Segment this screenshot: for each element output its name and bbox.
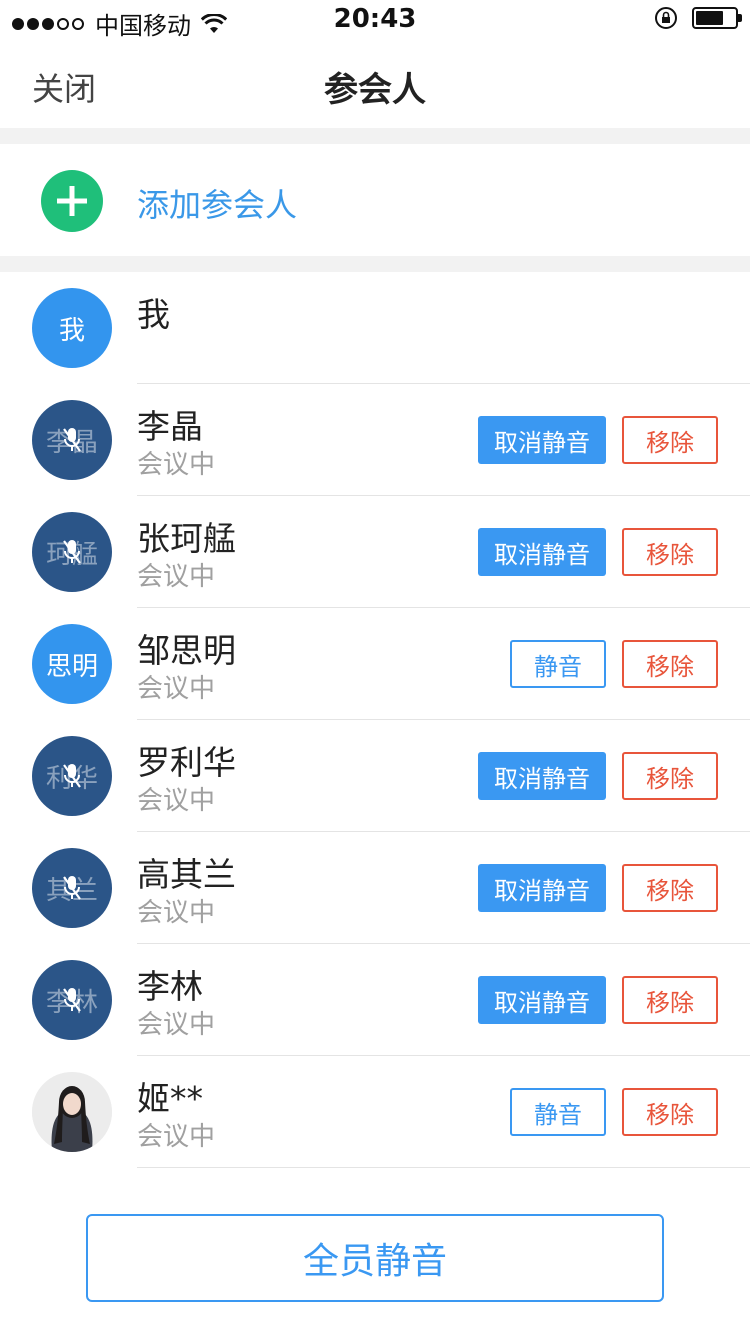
participant-name: 李林 — [137, 967, 203, 1006]
unmute-button[interactable]: 取消静音 — [478, 416, 606, 464]
mute-button[interactable]: 静音 — [510, 1088, 606, 1136]
avatar: 我 — [32, 288, 112, 368]
participant-row: 我我 — [0, 272, 750, 384]
unmute-button[interactable]: 取消静音 — [478, 976, 606, 1024]
participant-status: 会议中 — [137, 898, 216, 928]
avatar: 利华 — [32, 736, 112, 816]
avatar: 思明 — [32, 624, 112, 704]
participant-row: 思明 邹思明会议中 静音 移除 — [0, 608, 750, 720]
participant-status: 会议中 — [137, 1010, 216, 1040]
participant-name: 李晶 — [137, 407, 203, 446]
status-bar: 中国移动 20:43 — [0, 0, 750, 40]
unmute-button[interactable]: 取消静音 — [478, 528, 606, 576]
section-divider — [0, 128, 750, 144]
remove-button[interactable]: 移除 — [622, 528, 718, 576]
plus-circle-icon[interactable] — [41, 170, 103, 232]
participant-name: 姬** — [137, 1079, 203, 1118]
avatar-initials: 思明 — [45, 651, 98, 682]
participant-name: 邹思明 — [137, 631, 236, 670]
add-participant-row[interactable]: 添加参会人 — [0, 144, 750, 256]
participant-status: 会议中 — [137, 1122, 216, 1152]
participant-row: 利华 罗利华会议中 取消静音 移除 — [0, 720, 750, 832]
status-bar-right — [654, 6, 742, 30]
participant-list: 我我李晶 李晶 会议中 取消静音 移除 珂艋 张珂艋 会议中 取消静音 移除 思明 邹思明 会议中 静音移… — [0, 272, 750, 1168]
remove-button[interactable]: 移除 — [622, 864, 718, 912]
avatar: 其兰 — [32, 848, 112, 928]
unmute-button[interactable]: 取消静音 — [478, 864, 606, 912]
avatar: 李晶 — [32, 400, 112, 480]
avatar — [32, 1072, 112, 1152]
add-participant-label[interactable]: 添加参会人 — [137, 180, 297, 226]
remove-button[interactable]: 移除 — [622, 640, 718, 688]
avatar-initials: 我 — [58, 315, 85, 346]
battery-icon — [692, 7, 742, 29]
remove-button[interactable]: 移除 — [622, 1088, 718, 1136]
participant-status: 会议中 — [137, 450, 216, 480]
participant-name: 高其兰 — [137, 855, 236, 894]
battery-level — [696, 11, 723, 25]
row-divider — [137, 1167, 750, 1168]
status-time: 20:43 — [333, 4, 417, 34]
remove-button[interactable]: 移除 — [622, 416, 718, 464]
participant-name: 我 — [137, 295, 170, 334]
remove-button[interactable]: 移除 — [622, 752, 718, 800]
participant-row: 其兰 高其兰会议中 取消静音 移除 — [0, 832, 750, 944]
mute-button[interactable]: 静音 — [510, 640, 606, 688]
participant-row: 李晶 李晶 会议中 取消静音 移除 — [0, 384, 750, 496]
mute-all-button[interactable]: 全员静音 — [86, 1214, 664, 1302]
participant-row: 姬** 会议中 静音 移除 — [0, 1056, 750, 1168]
participant-row: 李林 李林 会议中 取消静音 移除 — [0, 944, 750, 1056]
page-title: 参会人 — [324, 70, 426, 110]
avatar: 珂艋 — [32, 512, 112, 592]
participant-status: 会议中 — [137, 786, 216, 816]
participant-status: 会议中 — [137, 562, 216, 592]
participant-name: 罗利华 — [137, 743, 236, 782]
avatar: 李林 — [32, 960, 112, 1040]
section-divider — [0, 256, 750, 272]
nav-bar: 关闭 参会人 — [0, 40, 750, 128]
remove-button[interactable]: 移除 — [622, 976, 718, 1024]
rotation-lock-icon — [655, 7, 677, 29]
participant-row: 珂艋 张珂艋会议中 取消静音 移除 — [0, 496, 750, 608]
participant-name: 张珂艋 — [137, 519, 236, 558]
unmute-button[interactable]: 取消静音 — [478, 752, 606, 800]
participant-status: 会议中 — [137, 674, 216, 704]
